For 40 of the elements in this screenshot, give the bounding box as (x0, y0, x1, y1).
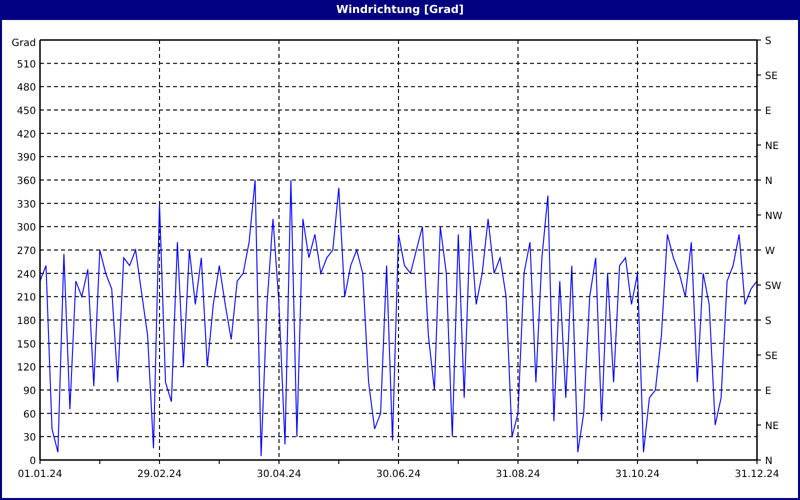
y-tick-label: 60 (23, 409, 36, 420)
y-tick-label: 30 (23, 432, 36, 444)
y-tick-label: 480 (16, 82, 36, 94)
compass-label: SW (765, 281, 782, 292)
y-axis-title: Grad (12, 38, 36, 49)
x-tick-label: 31.12.24 (734, 469, 780, 478)
compass-label: SE (765, 71, 778, 82)
x-tick-label: 01.01.24 (18, 469, 62, 478)
x-tick-label: 31.08.24 (496, 469, 540, 478)
x-tick-label: 30.04.24 (256, 469, 302, 478)
window-title: Windrichtung [Grad] (2, 0, 798, 20)
y-tick-label: 360 (16, 176, 36, 187)
compass-label: NE (765, 141, 779, 152)
y-tick-label: 0 (30, 456, 36, 467)
y-tick-label: 330 (16, 199, 36, 210)
y-tick-label: 300 (16, 222, 36, 234)
y-tick-label: 90 (23, 386, 36, 397)
x-tick-label: 31.10.24 (615, 469, 660, 478)
y-tick-label: 420 (16, 129, 36, 140)
y-tick-label: 390 (16, 152, 36, 164)
compass-label: NE (765, 421, 779, 432)
y-tick-label: 120 (16, 362, 36, 374)
y-tick-label: 450 (16, 106, 36, 117)
compass-label: N (765, 176, 772, 187)
compass-label: E (765, 386, 772, 397)
compass-label: SE (765, 351, 778, 362)
compass-label: S (765, 36, 772, 47)
compass-label: W (765, 246, 775, 257)
y-tick-label: 210 (16, 292, 36, 304)
x-tick-label: 30.06.24 (376, 469, 421, 478)
y-tick-label: 510 (16, 59, 36, 70)
y-tick-label: 270 (16, 246, 36, 257)
y-tick-label: 150 (16, 339, 36, 350)
y-tick-label: 180 (16, 316, 36, 327)
compass-label: N (765, 456, 772, 467)
compass-label: E (765, 106, 772, 117)
x-tick-label: 29.02.24 (137, 469, 182, 478)
compass-label: S (765, 316, 772, 327)
y-tick-label: 240 (16, 269, 36, 280)
compass-label: NW (765, 211, 782, 222)
